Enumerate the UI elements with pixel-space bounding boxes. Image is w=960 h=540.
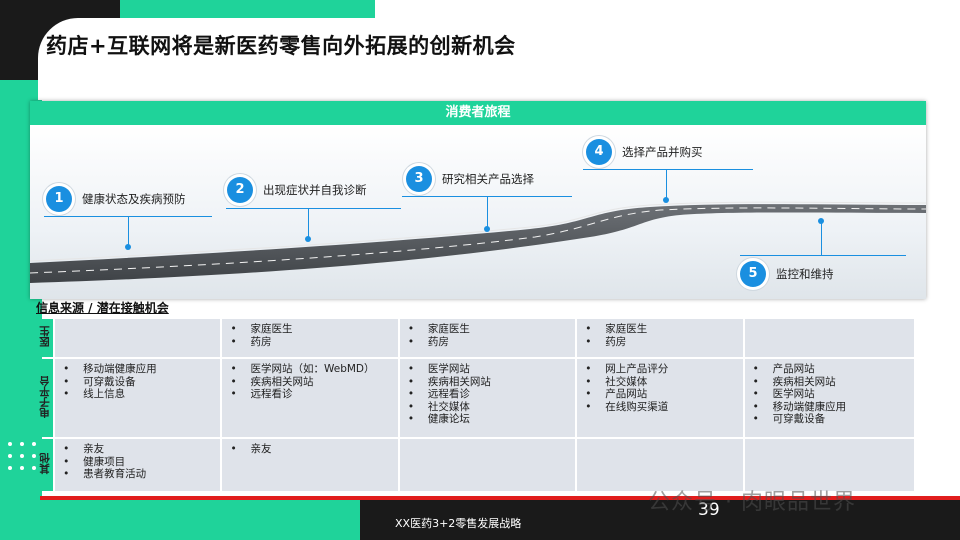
- info-cell-list: 医学网站疾病相关网站远程看诊社交媒体健康论坛: [406, 363, 569, 426]
- step-4-connector: [666, 169, 667, 199]
- info-cell: 移动端健康应用可穿戴设备线上信息: [55, 359, 221, 437]
- info-list-item: 社交媒体: [585, 376, 736, 389]
- journey-step-2: 2 出现症状并自我诊断: [227, 177, 367, 203]
- info-list-item: 药房: [408, 336, 569, 349]
- info-cell-list: 产品网站疾病相关网站医学网站移动端健康应用可穿戴设备: [751, 363, 908, 426]
- step-3-connector: [487, 196, 488, 228]
- info-cell: [744, 319, 914, 357]
- step-1-number: 1: [46, 186, 72, 212]
- info-cell-list: 移动端健康应用可穿戴设备线上信息: [61, 363, 214, 401]
- info-cell: [399, 439, 576, 491]
- info-cell: 医学网站（如：WebMD）疾病相关网站远程看诊: [222, 359, 398, 437]
- footer-title: XX医药3+2零售发展战略: [395, 517, 522, 530]
- info-cell-list: 家庭医生药房: [583, 323, 736, 348]
- info-list-item: 患者教育活动: [63, 468, 214, 481]
- page-title: 药店+互联网将是新医药零售向外拓展的创新机会: [46, 34, 516, 58]
- info-cell: 产品网站疾病相关网站医学网站移动端健康应用可穿戴设备: [744, 359, 914, 437]
- info-cell-list: 亲友: [228, 443, 391, 456]
- info-list-item: 健康项目: [63, 456, 214, 469]
- info-list-item: 远程看诊: [408, 388, 569, 401]
- step-2-road-marker: [305, 236, 311, 242]
- step-1-label: 健康状态及疾病预防: [82, 192, 186, 206]
- step-3-number: 3: [406, 166, 432, 192]
- info-cell: 亲友: [222, 439, 398, 491]
- info-list-item: 疾病相关网站: [230, 376, 391, 389]
- info-list-item: 家庭医生: [230, 323, 391, 336]
- info-list-item: 健康论坛: [408, 413, 569, 426]
- info-cell: 家庭医生药房: [577, 319, 743, 357]
- info-list-item: 社交媒体: [408, 401, 569, 414]
- info-cell: 家庭医生药房: [222, 319, 398, 357]
- step-2-number: 2: [227, 177, 253, 203]
- decorative-dots: [8, 442, 36, 470]
- step-3-road-marker: [484, 226, 490, 232]
- info-list-item: 在线购买渠道: [585, 401, 736, 414]
- info-list-item: 网上产品评分: [585, 363, 736, 376]
- info-row-header: 电子平台: [35, 359, 54, 437]
- info-cell: 家庭医生药房: [399, 319, 576, 357]
- info-row-header-label: 电子平台: [38, 375, 51, 418]
- info-row: 电子平台移动端健康应用可穿戴设备线上信息医学网站（如：WebMD）疾病相关网站远…: [35, 359, 914, 437]
- info-cell: 医学网站疾病相关网站远程看诊社交媒体健康论坛: [399, 359, 576, 437]
- step-3-label: 研究相关产品选择: [442, 172, 534, 186]
- info-list-item: 医学网站: [408, 363, 569, 376]
- info-list-item: 家庭医生: [408, 323, 569, 336]
- journey-step-1: 1 健康状态及疾病预防: [46, 186, 186, 212]
- info-cell-list: 家庭医生药房: [228, 323, 391, 348]
- step-5-overline: [740, 255, 906, 256]
- info-list-item: 产品网站: [753, 363, 908, 376]
- info-list-item: 可穿戴设备: [63, 376, 214, 389]
- step-1-connector: [128, 216, 129, 246]
- info-list-item: 亲友: [230, 443, 391, 456]
- step-2-underline: [226, 208, 401, 209]
- info-cell-list: 医学网站（如：WebMD）疾病相关网站远程看诊: [228, 363, 391, 401]
- info-list-item: 医学网站: [753, 388, 908, 401]
- info-list-item: 医学网站（如：WebMD）: [230, 363, 391, 376]
- info-list-item: 线上信息: [63, 388, 214, 401]
- info-row-header-label: 医生: [38, 326, 51, 347]
- info-list-item: 远程看诊: [230, 388, 391, 401]
- info-cell-list: 家庭医生药房: [406, 323, 569, 348]
- journey-header: 消费者旅程: [30, 101, 926, 125]
- info-list-item: 药房: [230, 336, 391, 349]
- consumer-journey-panel: 消费者旅程 1 健康状态及疾病预防 2 出现症状并自我诊断 3 研究相关产品选择…: [30, 101, 926, 299]
- info-list-item: 家庭医生: [585, 323, 736, 336]
- step-4-road-marker: [663, 197, 669, 203]
- step-1-road-marker: [125, 244, 131, 250]
- info-list-item: 可穿戴设备: [753, 413, 908, 426]
- info-cell: 网上产品评分社交媒体产品网站在线购买渠道: [577, 359, 743, 437]
- journey-body: 1 健康状态及疾病预防 2 出现症状并自我诊断 3 研究相关产品选择 4 选择产…: [30, 125, 926, 299]
- info-list-item: 疾病相关网站: [408, 376, 569, 389]
- info-row: 医生家庭医生药房家庭医生药房家庭医生药房: [35, 319, 914, 357]
- step-4-label: 选择产品并购买: [622, 145, 703, 159]
- info-list-item: 移动端健康应用: [753, 401, 908, 414]
- step-5-number: 5: [740, 261, 766, 287]
- step-5-label: 监控和维持: [776, 267, 834, 281]
- info-cell: [55, 319, 221, 357]
- journey-step-3: 3 研究相关产品选择: [406, 166, 534, 192]
- info-list-item: 移动端健康应用: [63, 363, 214, 376]
- journey-step-4: 4 选择产品并购买: [586, 139, 703, 165]
- info-list-item: 疾病相关网站: [753, 376, 908, 389]
- watermark: 公众号 · 肉眼品世界: [648, 490, 856, 515]
- step-5-road-marker: [818, 218, 824, 224]
- info-cell-list: 网上产品评分社交媒体产品网站在线购买渠道: [583, 363, 736, 413]
- step-5-connector: [821, 221, 822, 255]
- info-row-header: 医生: [35, 319, 54, 357]
- journey-step-5: 5 监控和维持: [740, 261, 834, 287]
- step-2-connector: [308, 208, 309, 238]
- step-2-label: 出现症状并自我诊断: [263, 183, 367, 197]
- info-sources-table: 医生家庭医生药房家庭医生药房家庭医生药房电子平台移动端健康应用可穿戴设备线上信息…: [33, 317, 916, 493]
- info-list-item: 产品网站: [585, 388, 736, 401]
- info-list-item: 亲友: [63, 443, 214, 456]
- footer-green-band: [0, 500, 360, 540]
- step-4-number: 4: [586, 139, 612, 165]
- info-list-item: 药房: [585, 336, 736, 349]
- info-cell: 亲友健康项目患者教育活动: [55, 439, 221, 491]
- info-cell-list: 亲友健康项目患者教育活动: [61, 443, 214, 481]
- info-sources-title: 信息来源 / 潜在接触机会: [36, 301, 169, 315]
- step-4-underline: [583, 169, 753, 170]
